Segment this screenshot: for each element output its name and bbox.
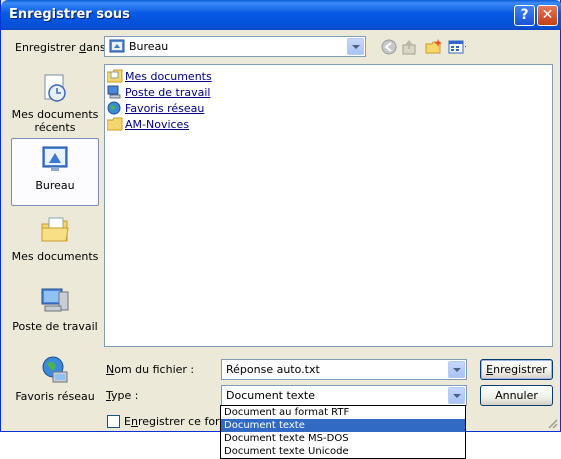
save-in-combo[interactable]: Bureau bbox=[104, 36, 366, 57]
views-menu-icon[interactable] bbox=[448, 38, 466, 56]
folder-icon bbox=[107, 117, 123, 131]
file-name: Mes documents bbox=[125, 70, 212, 83]
filetype-value: Document texte bbox=[226, 389, 315, 402]
folder-documents-icon bbox=[107, 69, 123, 83]
resize-grip-icon[interactable] bbox=[547, 418, 559, 430]
new-folder-icon[interactable] bbox=[425, 38, 443, 56]
place-desktop[interactable]: Bureau bbox=[11, 138, 99, 206]
save-in-value: Bureau bbox=[129, 40, 169, 53]
save-as-dialog: Enregistrer sous ? ✕ Enregistrer dans : … bbox=[0, 0, 561, 432]
network-places-icon bbox=[42, 356, 68, 383]
place-label: Poste de travail bbox=[12, 320, 98, 333]
file-name: AM-Novices bbox=[125, 118, 190, 131]
save-in-label: Enregistrer dans : bbox=[15, 41, 113, 54]
place-label: Favoris réseau bbox=[15, 390, 95, 403]
place-network-places[interactable]: Favoris réseau bbox=[11, 354, 99, 418]
filetype-label: Type : bbox=[106, 389, 139, 402]
list-item[interactable]: Poste de travail bbox=[107, 85, 210, 101]
filetype-option-selected[interactable]: Document texte bbox=[221, 419, 465, 432]
places-bar: Mes documents récents Bureau Mes documen… bbox=[11, 64, 99, 412]
filename-value: Réponse auto.txt bbox=[226, 363, 320, 376]
computer-icon bbox=[107, 85, 121, 99]
filetype-dropdown-list[interactable]: Document au format RTF Document texte Do… bbox=[220, 405, 466, 459]
help-button[interactable]: ? bbox=[514, 5, 535, 26]
filename-input[interactable]: Réponse auto.txt bbox=[221, 359, 467, 380]
desktop-small-icon bbox=[109, 39, 125, 53]
my-documents-icon bbox=[41, 217, 69, 242]
title-bar[interactable]: Enregistrer sous ? ✕ bbox=[1, 0, 561, 30]
filetype-select[interactable]: Document texte bbox=[221, 385, 467, 406]
back-icon[interactable] bbox=[380, 38, 398, 56]
close-button[interactable]: ✕ bbox=[537, 5, 558, 26]
file-list[interactable]: Mes documents Poste de travail Favoris r… bbox=[104, 64, 553, 347]
list-item[interactable]: AM-Novices bbox=[107, 117, 189, 133]
place-my-computer[interactable]: Poste de travail bbox=[11, 284, 99, 348]
list-item[interactable]: Mes documents bbox=[107, 69, 212, 85]
place-label: Mes documents récents bbox=[11, 108, 99, 134]
filetype-option[interactable]: Document texte MS-DOS bbox=[221, 432, 465, 445]
up-folder-icon[interactable] bbox=[401, 38, 419, 56]
filetype-option[interactable]: Document au format RTF bbox=[221, 406, 465, 419]
recent-documents-icon bbox=[44, 74, 66, 102]
list-item[interactable]: Favoris réseau bbox=[107, 101, 204, 117]
my-computer-icon bbox=[41, 288, 69, 312]
place-label: Mes documents bbox=[11, 250, 99, 263]
place-recent-documents[interactable]: Mes documents récents bbox=[11, 72, 99, 144]
chevron-down-icon[interactable] bbox=[448, 387, 465, 404]
window-title: Enregistrer sous bbox=[9, 7, 130, 22]
place-my-documents[interactable]: Mes documents bbox=[11, 214, 99, 278]
cancel-button[interactable]: Annuler bbox=[480, 385, 553, 406]
filetype-option[interactable]: Document texte Unicode bbox=[221, 445, 465, 458]
network-icon bbox=[107, 101, 121, 115]
file-name: Poste de travail bbox=[125, 86, 211, 99]
chevron-down-icon[interactable] bbox=[347, 38, 364, 55]
filename-label: Nom du fichier : bbox=[106, 363, 195, 376]
save-button[interactable]: Enregistrer bbox=[480, 359, 553, 380]
file-name: Favoris réseau bbox=[125, 102, 205, 115]
desktop-icon bbox=[42, 146, 68, 171]
chevron-down-icon[interactable] bbox=[448, 361, 465, 378]
save-format-checkbox[interactable] bbox=[107, 415, 120, 428]
place-label: Bureau bbox=[35, 179, 75, 192]
